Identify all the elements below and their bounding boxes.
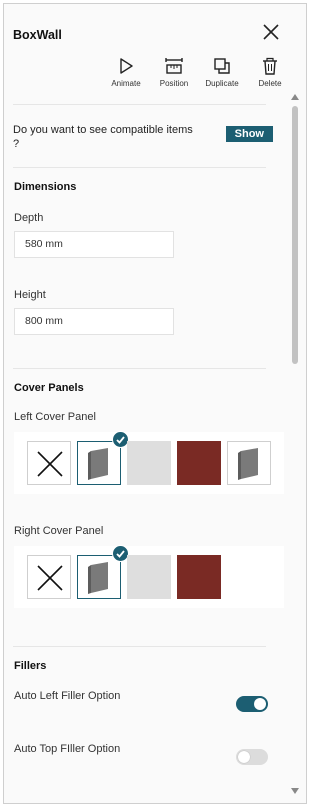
duplicate-button[interactable]: Duplicate bbox=[198, 56, 246, 88]
animate-button[interactable]: Animate bbox=[102, 56, 150, 88]
scroll-thumb[interactable] bbox=[292, 106, 298, 364]
depth-input[interactable]: 580 mm bbox=[14, 231, 174, 258]
show-compatible-button[interactable]: Show bbox=[225, 126, 273, 142]
panel-header: BoxWall Animate Position Duplicate Delet… bbox=[4, 4, 306, 104]
scroll-down-icon[interactable] bbox=[291, 788, 299, 794]
auto-left-filler-toggle[interactable] bbox=[236, 696, 268, 712]
trash-icon bbox=[263, 57, 277, 75]
divider bbox=[13, 646, 266, 647]
delete-label: Delete bbox=[258, 79, 282, 88]
scrollbar[interactable] bbox=[290, 92, 300, 803]
auto-top-filler-row: Auto Top FIller Option bbox=[4, 742, 286, 765]
left-panel-grey-panel-option[interactable] bbox=[77, 431, 129, 485]
height-input[interactable]: 800 mm bbox=[14, 308, 174, 335]
toggle-knob bbox=[238, 751, 250, 763]
auto-top-filler-label: Auto Top FIller Option bbox=[14, 743, 121, 755]
right-panel-red-option[interactable] bbox=[177, 555, 221, 599]
right-cover-panel-label: Right Cover Panel bbox=[14, 525, 104, 537]
cover-panels-title: Cover Panels bbox=[14, 382, 84, 394]
toggle-knob bbox=[254, 698, 266, 710]
right-cover-panel-options bbox=[14, 545, 284, 608]
left-panel-none-option[interactable] bbox=[27, 441, 71, 485]
right-panel-light-grey-option[interactable] bbox=[127, 555, 171, 599]
right-panel-none-option[interactable] bbox=[27, 555, 71, 599]
close-icon[interactable] bbox=[262, 23, 280, 41]
right-panel-grey-panel-option[interactable] bbox=[77, 545, 129, 599]
scroll-up-icon[interactable] bbox=[291, 94, 299, 100]
left-panel-light-grey-option[interactable] bbox=[127, 441, 171, 485]
none-x-icon bbox=[37, 451, 63, 477]
duplicate-icon bbox=[214, 58, 230, 74]
auto-top-filler-toggle[interactable] bbox=[236, 749, 268, 765]
depth-label: Depth bbox=[14, 212, 44, 224]
left-cover-panel-label: Left Cover Panel bbox=[14, 411, 96, 423]
delete-button[interactable]: Delete bbox=[246, 56, 294, 88]
panel-content: Do you want to see compatible items ? Sh… bbox=[4, 104, 286, 803]
position-button[interactable]: Position bbox=[150, 56, 198, 88]
auto-left-filler-row: Auto Left Filler Option bbox=[4, 689, 286, 712]
panel-thumbnail-icon bbox=[88, 562, 108, 594]
panel-thumbnail-icon bbox=[238, 448, 258, 480]
height-label: Height bbox=[14, 289, 46, 301]
play-icon bbox=[120, 58, 133, 74]
left-panel-dark-grey-option[interactable] bbox=[227, 441, 271, 485]
panel-thumbnail-icon bbox=[88, 448, 108, 480]
left-panel-red-option[interactable] bbox=[177, 441, 221, 485]
divider bbox=[13, 167, 266, 168]
fillers-title: Fillers bbox=[14, 660, 47, 672]
auto-left-filler-label: Auto Left Filler Option bbox=[14, 690, 121, 702]
dimensions-title: Dimensions bbox=[14, 181, 77, 193]
compatible-items-row: Do you want to see compatible items ? Sh… bbox=[4, 105, 286, 167]
position-label: Position bbox=[159, 79, 189, 88]
animate-label: Animate bbox=[111, 79, 141, 88]
duplicate-label: Duplicate bbox=[205, 79, 239, 88]
divider bbox=[13, 368, 266, 369]
position-icon bbox=[165, 58, 183, 74]
left-cover-panel-options bbox=[14, 431, 284, 494]
compatible-items-question: Do you want to see compatible items ? bbox=[13, 124, 193, 150]
boxwall-panel: BoxWall Animate Position Duplicate Delet… bbox=[3, 3, 307, 804]
none-x-icon bbox=[37, 565, 63, 591]
toolbar: Animate Position Duplicate Delete bbox=[102, 56, 294, 88]
panel-title: BoxWall bbox=[13, 28, 62, 42]
